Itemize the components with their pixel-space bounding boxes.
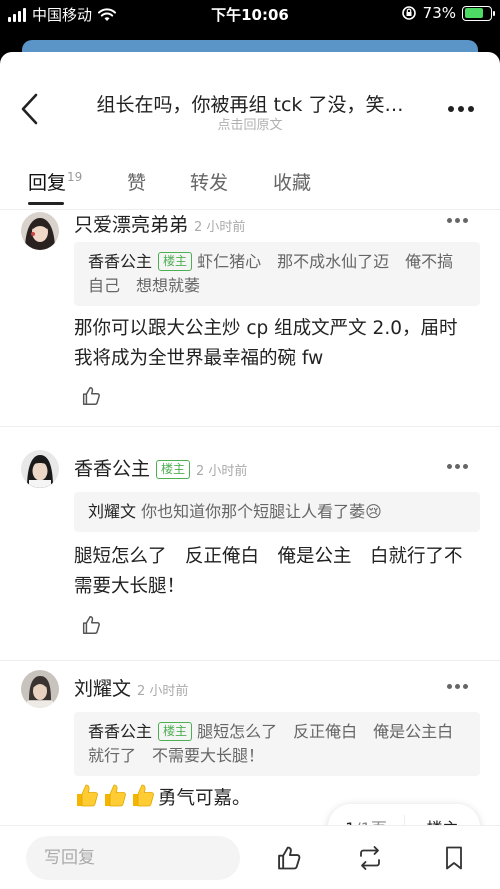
thumbs-up-emoji-icon <box>77 784 98 807</box>
reply-time: 2 小时前 <box>194 220 246 235</box>
avatar[interactable] <box>21 212 59 250</box>
back-to-original-link[interactable]: 点击回原文 <box>80 114 420 133</box>
battery-percent: 73% <box>422 4 456 22</box>
quoted-author: 香香公主 <box>88 252 153 271</box>
quoted-reply[interactable]: 香香公主 楼主 腿短怎么了 反正俺白 俺是公主白就行了 不需要大长腿！ <box>74 712 480 776</box>
reply-more-icon[interactable] <box>447 218 468 223</box>
bookmark-icon[interactable] <box>440 844 468 872</box>
reply-more-icon[interactable] <box>447 684 468 689</box>
repost-icon[interactable] <box>356 844 384 872</box>
avatar[interactable] <box>21 670 59 708</box>
back-arrow-icon[interactable] <box>18 92 42 126</box>
like-icon[interactable] <box>80 614 102 636</box>
reply-author[interactable]: 只爱漂亮弟弟 <box>74 214 188 236</box>
reply-body: 腿短怎么了 反正俺白 俺是公主 白就行了不需要大长腿！ <box>74 546 463 597</box>
tab-replies-count: 19 <box>67 170 83 184</box>
battery-icon <box>462 5 495 21</box>
thumbs-up-emojis <box>74 782 156 808</box>
reply-list: 只爱漂亮弟弟 2 小时前 香香公主 楼主 虾仁猪心 那不成水仙了迈 俺不搞自己 想想… <box>0 210 500 825</box>
reply-author[interactable]: 刘耀文 <box>74 678 131 700</box>
reply-body: 勇气可嘉。 <box>158 788 251 809</box>
owner-badge: 楼主 <box>156 460 191 479</box>
status-bar: 中国移动 下午10:06 73% <box>0 0 500 28</box>
quoted-reply[interactable]: 刘耀文 你也知道你那个短腿让人看了萎😢 <box>74 492 480 532</box>
reply-more-icon[interactable] <box>447 464 468 469</box>
owner-badge: 楼主 <box>158 252 193 271</box>
divider <box>0 426 500 427</box>
crying-face-emoji: 😢 <box>365 502 382 521</box>
nav-bar: 组长在吗，你被再组 tck 了没，笑… 点击回原文 <box>0 52 500 162</box>
thumbs-up-emoji-icon <box>105 784 126 807</box>
tab-replies-label: 回复 <box>28 172 67 194</box>
like-icon[interactable] <box>80 385 102 407</box>
reply-time: 2 小时前 <box>196 464 248 479</box>
thumbs-up-emoji-icon <box>133 784 154 807</box>
page-title[interactable]: 组长在吗，你被再组 tck 了没，笑… <box>80 90 420 117</box>
bottom-action-bar: 写回复 <box>0 825 500 889</box>
reply-author[interactable]: 香香公主 <box>74 458 150 480</box>
avatar[interactable] <box>21 450 59 488</box>
quoted-author: 香香公主 <box>88 722 153 741</box>
orientation-lock-icon <box>401 6 416 20</box>
reply-sheet: 组长在吗，你被再组 tck 了没，笑… 点击回原文 回复19 赞 转发 收藏 只… <box>0 52 500 889</box>
reply-input[interactable]: 写回复 <box>26 836 240 880</box>
quoted-author: 刘耀文 <box>88 502 137 521</box>
tab-replies[interactable]: 回复19 <box>28 168 82 195</box>
owner-badge: 楼主 <box>158 722 193 741</box>
divider <box>0 660 500 661</box>
quoted-text: 你也知道你那个短腿让人看了萎 <box>141 502 366 521</box>
quoted-reply[interactable]: 香香公主 楼主 虾仁猪心 那不成水仙了迈 俺不搞自己 想想就萎 <box>74 242 480 306</box>
tab-likes[interactable]: 赞 <box>127 168 146 195</box>
like-icon[interactable] <box>275 844 303 872</box>
more-options-icon[interactable] <box>448 106 474 112</box>
reply-body: 那你可以跟大公主炒 cp 组成文严文 2.0，届时我将成为全世界最幸福的碗 fw <box>74 318 458 369</box>
tab-reposts[interactable]: 转发 <box>190 168 228 195</box>
active-tab-indicator <box>28 202 64 205</box>
tab-favorites[interactable]: 收藏 <box>273 168 311 195</box>
reply-time: 2 小时前 <box>137 684 189 699</box>
tab-bar: 回复19 赞 转发 收藏 <box>0 162 500 210</box>
